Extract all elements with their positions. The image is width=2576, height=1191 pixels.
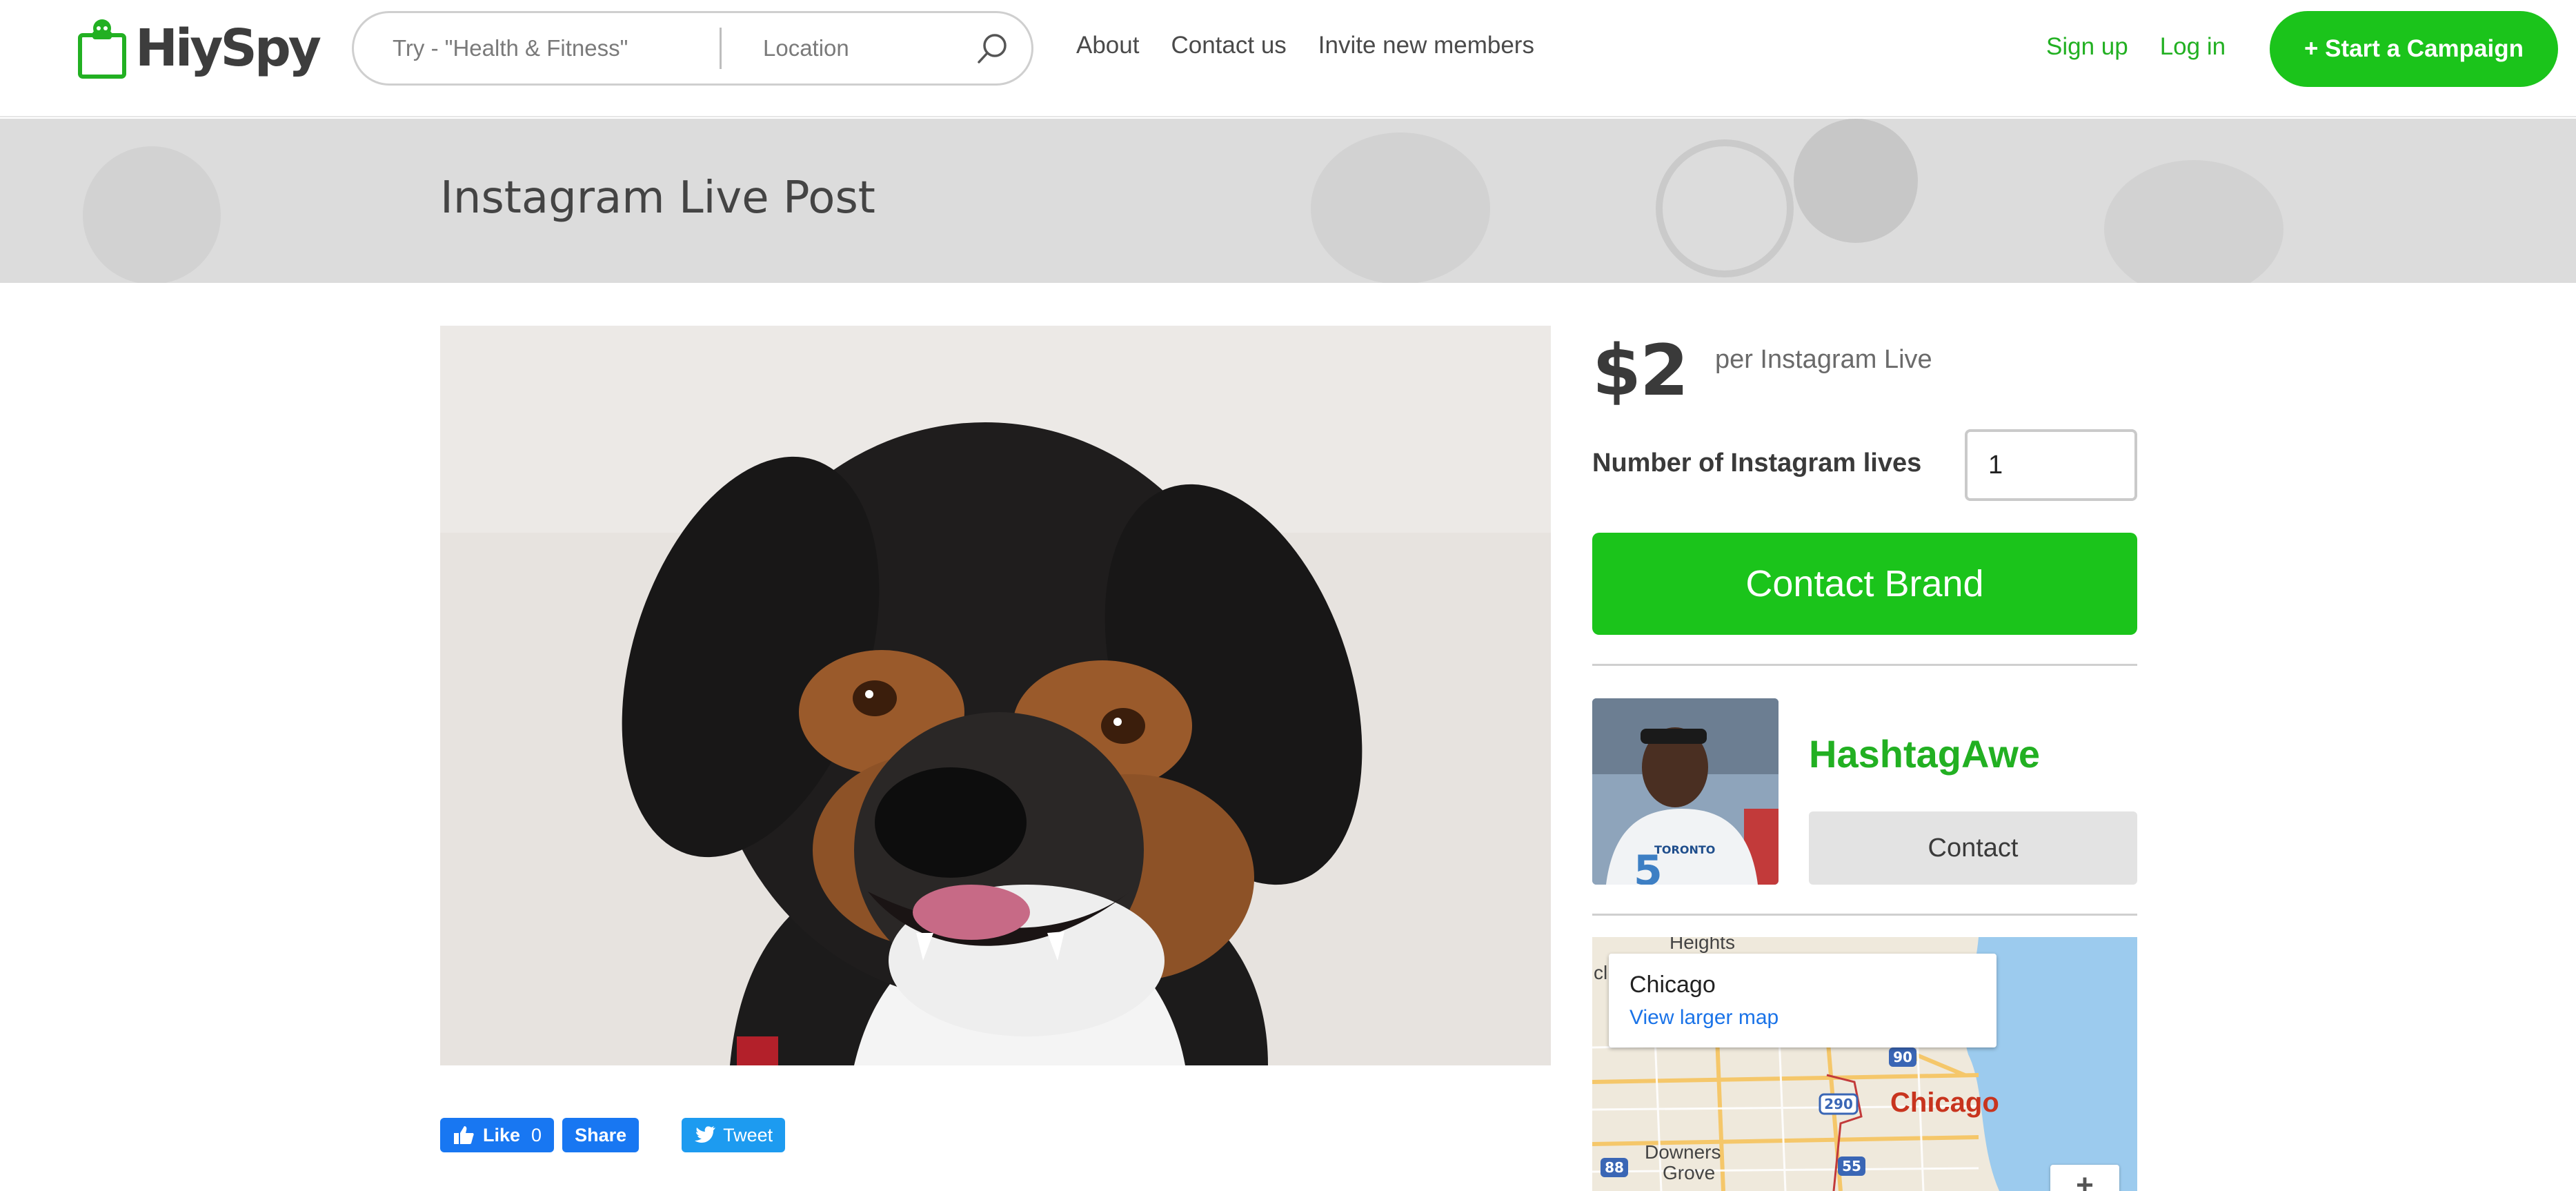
contact-influencer-button[interactable]: Contact [1809,811,2137,885]
banner-bg-shape [1794,119,1918,243]
price-row: $2 per Instagram Live [1592,330,1932,412]
map-info-card: Chicago View larger map [1609,954,1997,1047]
tweet-label: Tweet [723,1124,773,1145]
thumbs-up-icon [454,1126,474,1144]
map-label: Grove [1663,1162,1716,1183]
tweet-button[interactable]: Tweet [682,1118,786,1152]
quantity-label: Number of Instagram lives [1592,449,1922,478]
svg-text:55: 55 [1842,1158,1861,1174]
page-title: Instagram Live Post [440,173,875,224]
search-bar: Try - "Health & Fitness" Location [352,11,1033,86]
facebook-like-button[interactable]: Like 0 [440,1118,555,1152]
influencer-handle[interactable]: HashtagAwe [1809,731,2040,776]
map-label: Heights [1670,937,1735,953]
facebook-share-button[interactable]: Share [562,1118,640,1152]
banner-bg-shape [83,146,221,283]
map-city-label: Chicago [1890,1087,1999,1118]
map-label: Downers [1645,1141,1721,1163]
svg-text:5: 5 [1634,847,1663,885]
main-nav: About Contact us Invite new members [1076,32,1534,59]
banner-bg-shape [1656,139,1794,277]
divider [1592,914,2137,916]
logo-text: HiySpy [135,19,321,78]
map-label: cl [1594,962,1608,983]
page-banner: Instagram Live Post [0,119,2576,283]
share-buttons: Like 0 Share Tweet [440,1118,786,1152]
nav-about[interactable]: About [1076,32,1139,59]
view-larger-map-link[interactable]: View larger map [1629,1006,1779,1030]
price-value: $2 [1592,330,1689,412]
logo[interactable]: HiySpy [77,14,321,83]
location-map[interactable]: 90 290 88 55 Heights cl Downers Grove Ch… [1592,937,2137,1191]
signup-link[interactable]: Sign up [2046,33,2128,61]
svg-text:90: 90 [1893,1049,1912,1065]
banner-bg-shape [2104,160,2283,283]
map-place-name: Chicago [1629,972,1716,998]
divider [1592,664,2137,666]
login-link[interactable]: Log in [2160,33,2226,61]
twitter-bird-icon [695,1126,716,1143]
shopping-bag-icon [77,17,127,79]
search-input[interactable]: Try - "Health & Fitness" [354,35,720,61]
influencer-avatar[interactable]: TORONTO 5 [1592,698,1779,885]
top-header: HiySpy Try - "Health & Fitness" Location… [0,0,2576,117]
start-campaign-button[interactable]: + Start a Campaign [2270,11,2558,87]
nav-contact-us[interactable]: Contact us [1171,32,1286,59]
listing-image [440,326,1551,1065]
nav-invite-members[interactable]: Invite new members [1318,32,1534,59]
location-input[interactable]: Location [722,35,972,61]
svg-text:TORONTO: TORONTO [1654,843,1715,856]
like-label: Like [483,1124,521,1145]
search-icon[interactable] [972,28,1013,69]
quantity-input[interactable] [1965,429,2137,501]
price-unit: per Instagram Live [1714,345,1932,374]
svg-text:88: 88 [1605,1159,1624,1176]
auth-links: Sign up Log in [2046,33,2226,61]
svg-text:290: 290 [1824,1096,1853,1112]
like-count: 0 [531,1124,542,1145]
banner-bg-shape [1311,132,1490,283]
zoom-in-button[interactable]: + [2050,1165,2119,1191]
contact-brand-button[interactable]: Contact Brand [1592,533,2137,635]
